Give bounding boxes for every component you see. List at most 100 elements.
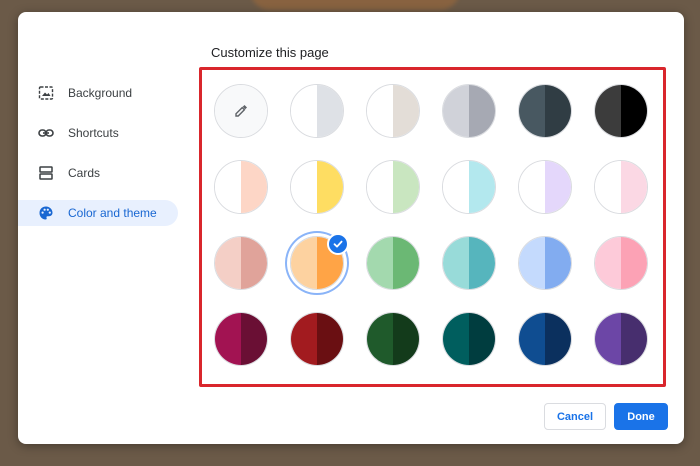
swatch-right-half xyxy=(469,313,495,365)
color-swatch[interactable] xyxy=(290,84,344,138)
swatch-right-half xyxy=(545,161,571,213)
sidebar-item-background[interactable]: Background xyxy=(18,80,178,106)
swatch-left-half xyxy=(291,85,317,137)
swatch-fill xyxy=(595,313,647,365)
color-swatch-grid xyxy=(214,84,654,366)
color-swatch[interactable] xyxy=(442,84,496,138)
color-swatch[interactable] xyxy=(518,160,572,214)
color-swatch[interactable] xyxy=(442,160,496,214)
color-swatch[interactable] xyxy=(290,160,344,214)
swatch-right-half xyxy=(469,161,495,213)
swatch-left-half xyxy=(595,313,621,365)
swatch-right-half xyxy=(545,85,571,137)
color-swatch[interactable] xyxy=(518,312,572,366)
custom-color-swatch[interactable] xyxy=(214,84,268,138)
color-swatch[interactable] xyxy=(518,236,572,290)
sidebar-item-cards[interactable]: Cards xyxy=(18,160,178,186)
swatch-right-half xyxy=(317,313,343,365)
eyedropper-icon xyxy=(215,85,267,137)
swatch-fill xyxy=(215,161,267,213)
sidebar-item-label: Shortcuts xyxy=(68,126,119,140)
image-icon xyxy=(38,85,54,101)
swatch-right-half xyxy=(621,237,647,289)
background-page-logo-glimpse xyxy=(250,0,460,10)
color-swatch[interactable] xyxy=(214,312,268,366)
dialog-footer: Cancel Done xyxy=(544,403,668,430)
swatch-left-half xyxy=(215,161,241,213)
swatch-right-half xyxy=(621,85,647,137)
color-swatch[interactable] xyxy=(594,160,648,214)
swatch-left-half xyxy=(519,237,545,289)
swatch-left-half xyxy=(595,161,621,213)
checkmark-icon xyxy=(327,233,349,255)
color-swatch[interactable] xyxy=(594,312,648,366)
swatch-fill xyxy=(367,237,419,289)
swatch-left-half xyxy=(367,161,393,213)
sidebar-item-color-and-theme[interactable]: Color and theme xyxy=(18,200,178,226)
color-swatch[interactable] xyxy=(594,236,648,290)
swatch-left-half xyxy=(595,237,621,289)
swatch-fill xyxy=(291,85,343,137)
color-swatch[interactable] xyxy=(442,236,496,290)
swatch-fill xyxy=(291,161,343,213)
swatch-right-half xyxy=(545,237,571,289)
swatch-fill xyxy=(367,161,419,213)
swatch-left-half xyxy=(291,161,317,213)
swatch-left-half xyxy=(215,237,241,289)
sidebar-item-label: Color and theme xyxy=(68,206,157,220)
color-swatch[interactable] xyxy=(366,84,420,138)
sidebar-nav: Background Shortcuts Cards Color and the… xyxy=(18,80,178,240)
sidebar-item-label: Cards xyxy=(68,166,101,180)
swatch-left-half xyxy=(291,237,317,289)
swatch-right-half xyxy=(241,313,267,365)
swatch-left-half xyxy=(367,237,393,289)
color-swatch[interactable] xyxy=(214,236,268,290)
swatch-left-half xyxy=(519,85,545,137)
link-icon xyxy=(38,125,54,141)
swatch-fill xyxy=(291,313,343,365)
swatch-fill xyxy=(443,85,495,137)
color-swatch[interactable] xyxy=(290,312,344,366)
cards-icon xyxy=(38,165,54,181)
swatch-fill xyxy=(367,85,419,137)
swatch-left-half xyxy=(595,85,621,137)
color-swatch[interactable] xyxy=(594,84,648,138)
swatch-right-half xyxy=(241,161,267,213)
swatch-fill xyxy=(215,313,267,365)
swatch-right-half xyxy=(317,161,343,213)
swatch-right-half xyxy=(469,237,495,289)
swatch-right-half xyxy=(393,313,419,365)
color-swatch[interactable] xyxy=(518,84,572,138)
done-button[interactable]: Done xyxy=(614,403,668,430)
swatch-fill xyxy=(595,85,647,137)
swatch-left-half xyxy=(367,313,393,365)
color-swatch[interactable] xyxy=(366,312,420,366)
swatch-left-half xyxy=(367,85,393,137)
swatch-fill xyxy=(443,313,495,365)
swatch-fill xyxy=(215,237,267,289)
swatch-left-half xyxy=(519,161,545,213)
color-swatch[interactable] xyxy=(214,160,268,214)
color-swatch[interactable] xyxy=(366,160,420,214)
sidebar-item-shortcuts[interactable]: Shortcuts xyxy=(18,120,178,146)
swatch-fill xyxy=(519,161,571,213)
swatch-left-half xyxy=(519,313,545,365)
swatch-right-half xyxy=(393,85,419,137)
swatch-right-half xyxy=(393,161,419,213)
swatch-fill xyxy=(519,313,571,365)
swatch-right-half xyxy=(621,161,647,213)
dialog-title: Customize this page xyxy=(211,45,329,60)
color-swatch[interactable] xyxy=(366,236,420,290)
swatch-left-half xyxy=(443,313,469,365)
swatch-right-half xyxy=(393,237,419,289)
swatch-fill xyxy=(443,161,495,213)
swatch-fill xyxy=(595,237,647,289)
color-swatch[interactable] xyxy=(442,312,496,366)
cancel-button[interactable]: Cancel xyxy=(544,403,606,430)
swatch-fill xyxy=(595,161,647,213)
swatch-right-half xyxy=(469,85,495,137)
sidebar-item-label: Background xyxy=(68,86,133,100)
color-swatch[interactable] xyxy=(290,233,349,290)
swatch-fill xyxy=(367,313,419,365)
swatch-left-half xyxy=(443,85,469,137)
